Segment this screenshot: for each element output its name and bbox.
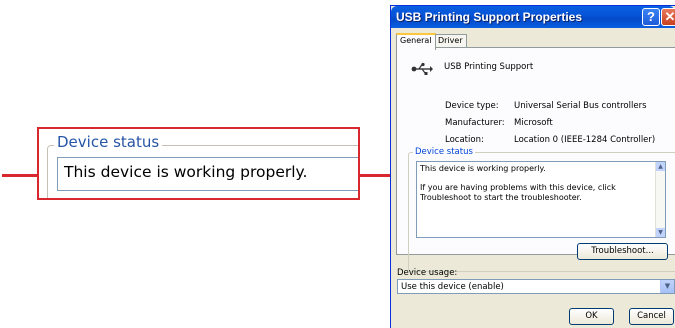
status-line-1: This device is working properly. — [420, 164, 546, 173]
ok-button[interactable]: OK — [569, 308, 614, 325]
dialog-title: USB Printing Support Properties — [396, 10, 583, 24]
status-scrollbar[interactable]: ▲ ▼ — [655, 162, 665, 237]
device-type-label: Device type: — [445, 101, 499, 111]
title-bar[interactable]: USB Printing Support Properties ? ✕ — [391, 6, 675, 28]
troubleshoot-button[interactable]: Troubleshoot... — [577, 243, 668, 260]
scroll-down-arrow-icon[interactable]: ▼ — [656, 228, 665, 237]
device-name: USB Printing Support — [444, 62, 534, 72]
zoomed-status-callout: Device status This device is working pro… — [37, 127, 360, 200]
zoom-status-legend: Device status — [54, 133, 163, 151]
general-tab-panel: USB Printing Support Device type: Univer… — [396, 47, 675, 272]
manufacturer-label: Manufacturer: — [445, 118, 505, 128]
usb-icon — [411, 62, 433, 75]
zoom-status-text: This device is working properly. — [57, 157, 358, 191]
tab-driver[interactable]: Driver — [434, 34, 467, 48]
device-status-group: Device status This device is working pro… — [408, 147, 675, 272]
manufacturer-value: Microsoft — [514, 118, 553, 128]
dropdown-arrow-icon[interactable]: ▼ — [660, 280, 674, 293]
device-usage-select[interactable]: Use this device (enable) ▼ — [397, 279, 675, 294]
device-status-legend: Device status — [413, 147, 475, 157]
device-status-textbox[interactable]: This device is working properly. If you … — [416, 161, 666, 238]
right-arrow-line — [360, 174, 395, 177]
status-line-2: If you are having problems with this dev… — [420, 183, 616, 202]
scroll-up-arrow-icon[interactable]: ▲ — [656, 162, 665, 171]
help-button[interactable]: ? — [642, 8, 660, 26]
device-usage-value: Use this device (enable) — [401, 282, 504, 292]
location-value: Location 0 (IEEE-1284 Controller) — [514, 135, 656, 145]
device-usage-label: Device usage: — [397, 268, 458, 278]
properties-dialog: USB Printing Support Properties ? ✕ Gene… — [391, 6, 675, 328]
tab-general[interactable]: General — [396, 33, 436, 50]
device-type-value: Universal Serial Bus controllers — [514, 101, 647, 111]
cancel-button[interactable]: Cancel — [629, 308, 674, 325]
location-label: Location: — [445, 135, 484, 145]
close-button[interactable]: ✕ — [661, 8, 675, 26]
left-arrow-line — [2, 174, 40, 177]
